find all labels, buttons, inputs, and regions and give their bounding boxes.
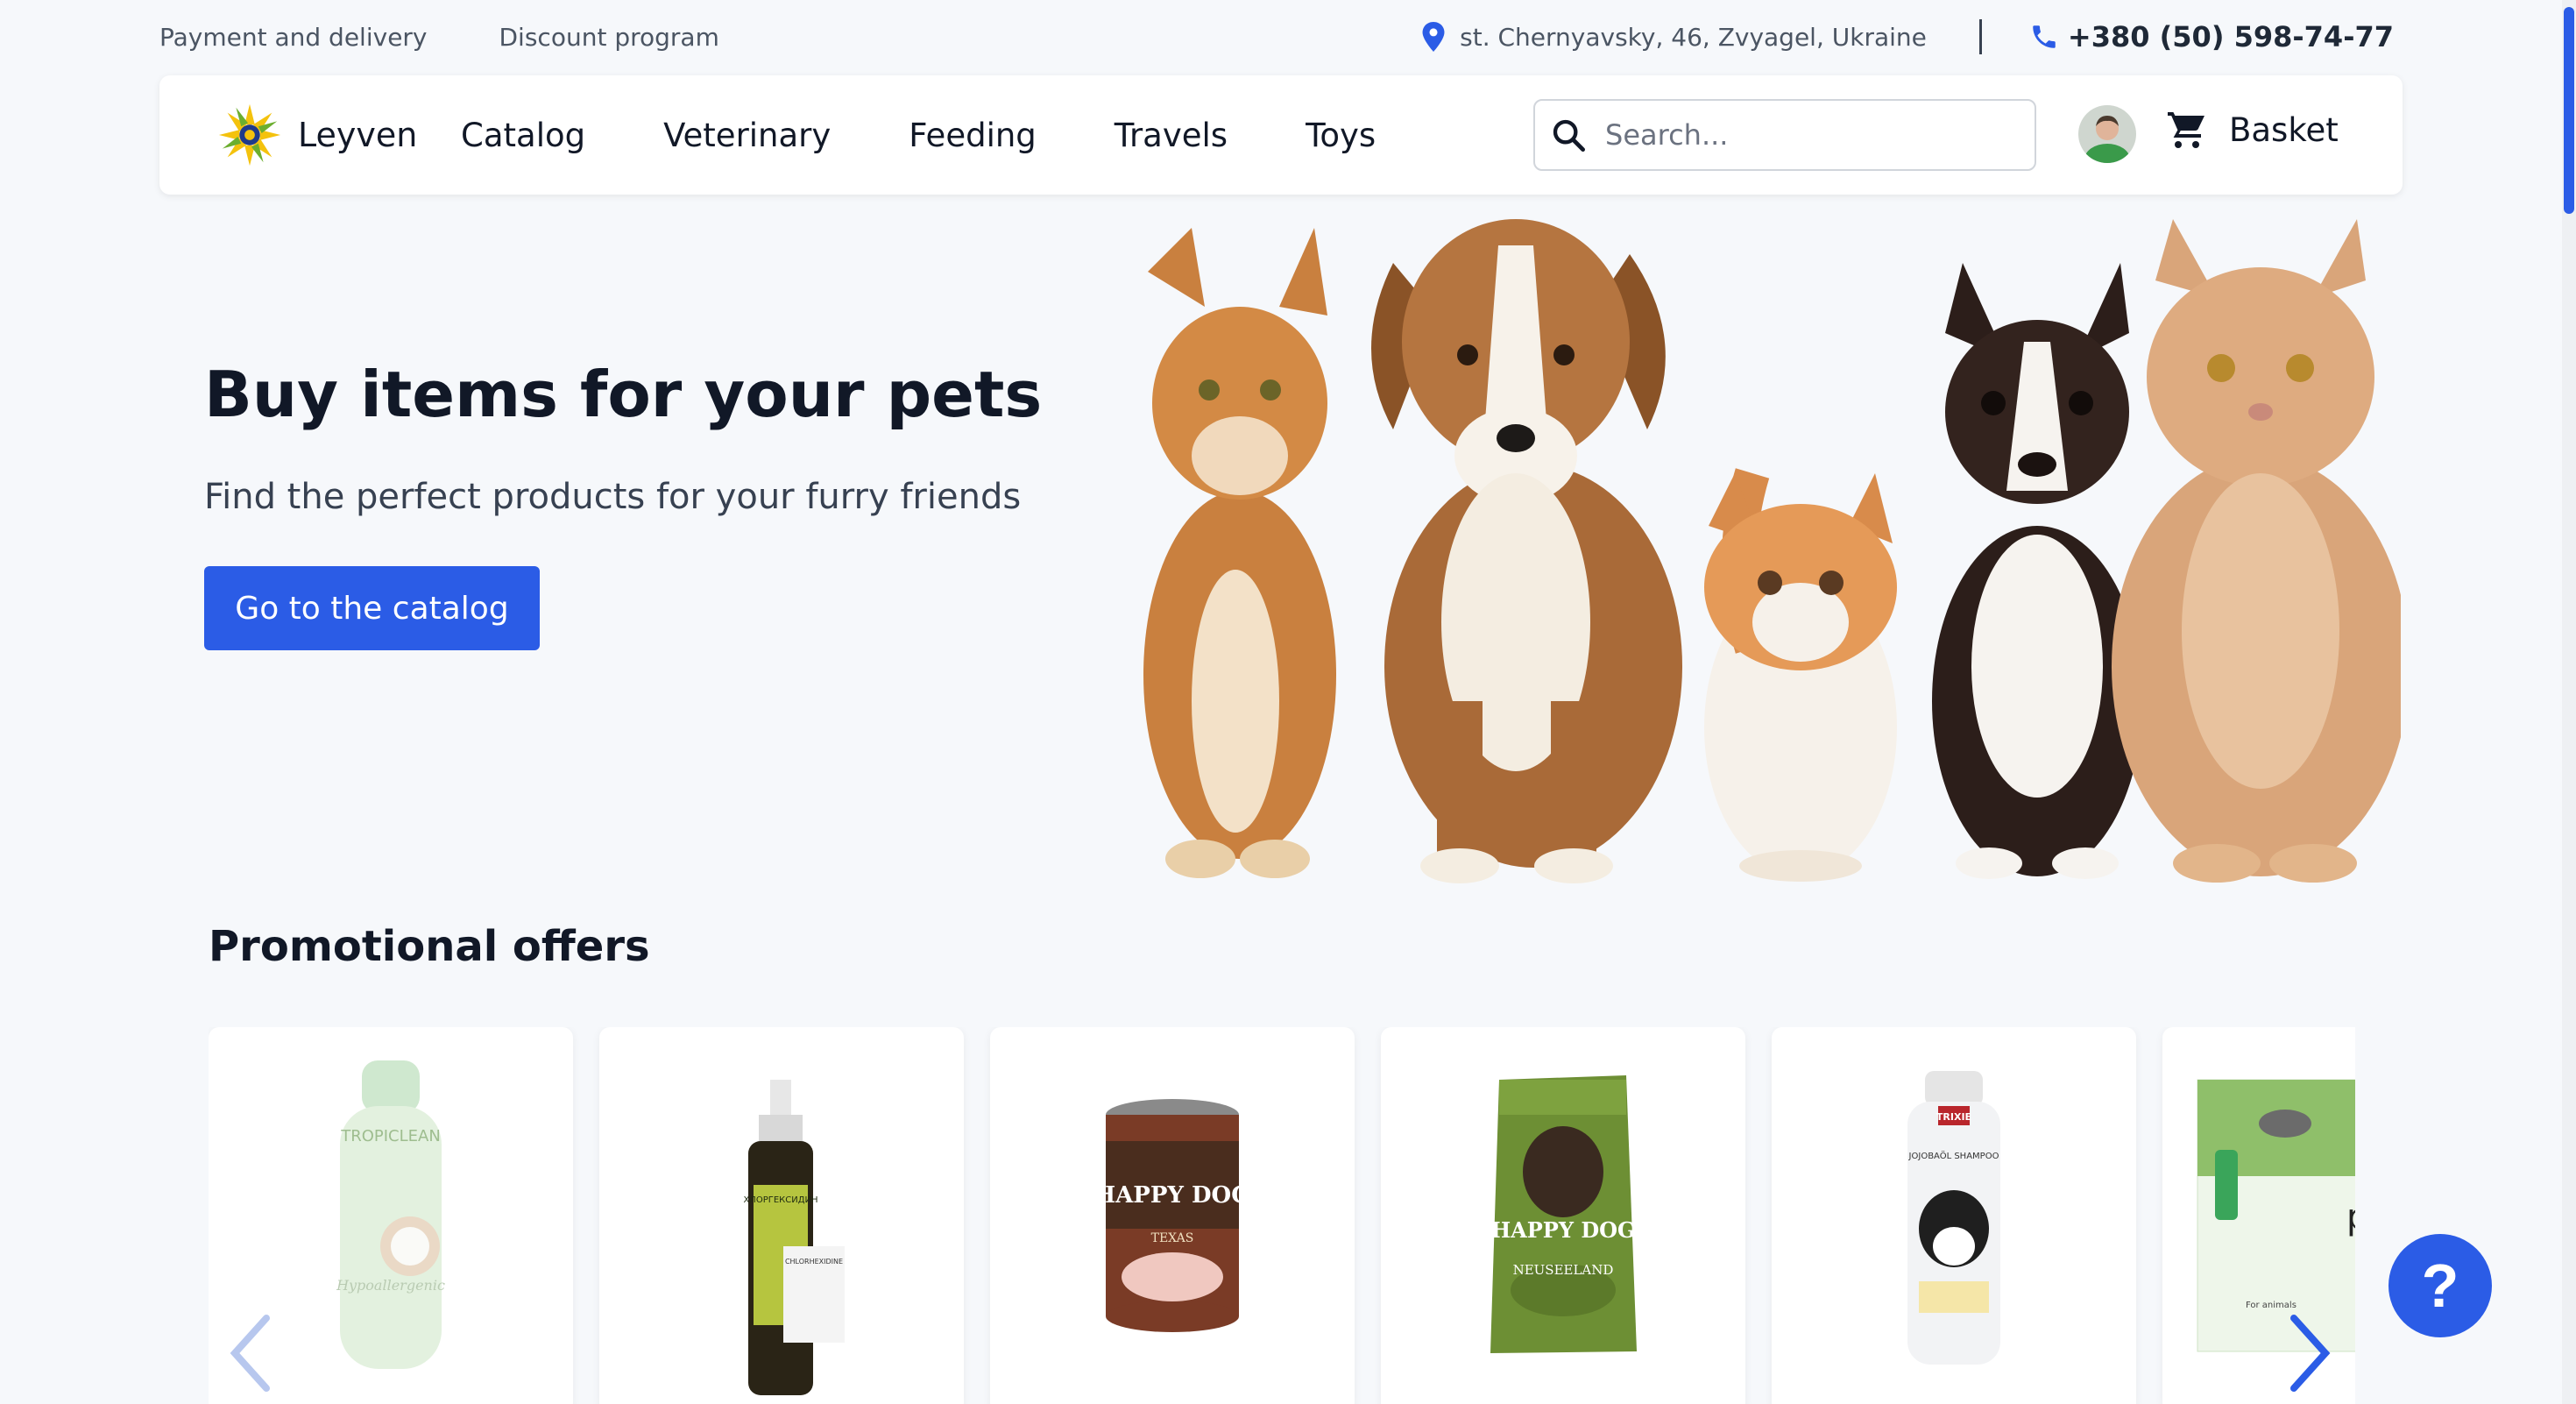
cart-icon xyxy=(2168,112,2204,148)
main-menu: Catalog Veterinary Feeding Travels Toys xyxy=(461,117,1454,154)
product-brand: HAPPY DOG xyxy=(1490,1217,1635,1243)
basket-label: Basket xyxy=(2229,110,2339,149)
brand-logo[interactable]: Leyven xyxy=(216,101,461,169)
brand-name: Leyven xyxy=(298,116,418,154)
carousel-prev-arrow-icon[interactable] xyxy=(224,1311,273,1395)
product-line: For animals xyxy=(2246,1301,2296,1310)
product-line: JOJOBAÖL SHAMPOO xyxy=(1908,1150,1999,1161)
dog-food-bag-image: HAPPY DOG NEUSEELAND xyxy=(1490,1075,1637,1353)
discount-program-link[interactable]: Discount program xyxy=(499,23,719,52)
spray-bottle-image: ХЛОРГЕКСИДИН CHLORHEXIDINE xyxy=(743,1080,845,1395)
menu-item-travels[interactable]: Travels xyxy=(1115,117,1228,154)
location-pin-icon xyxy=(1422,22,1445,52)
go-to-catalog-button[interactable]: Go to the catalog xyxy=(204,566,540,650)
store-address: st. Chernyavsky, 46, Zvyagel, Ukraine xyxy=(1460,22,1927,52)
product-card-2[interactable]: ХЛОРГЕКСИДИН CHLORHEXIDINE xyxy=(599,1027,964,1404)
product-line: Hypoallergenic xyxy=(336,1277,445,1294)
phone-number[interactable]: +380 (50) 598-74-77 xyxy=(2068,20,2394,53)
help-button[interactable]: ? xyxy=(2388,1234,2492,1337)
search-input[interactable] xyxy=(1605,118,2008,152)
product-brand: HAPPY DOG xyxy=(1094,1182,1251,1209)
british-cat xyxy=(2112,219,2401,883)
menu-item-catalog[interactable]: Catalog xyxy=(461,117,585,154)
trixie-shampoo-image: TRIXIE JOJOBAÖL SHAMPOO xyxy=(1907,1071,2000,1365)
product-card-4[interactable]: HAPPY DOG NEUSEELAND xyxy=(1381,1027,1745,1404)
product-line: NEUSEELAND xyxy=(1513,1262,1614,1278)
product-brand: TRIXIE xyxy=(1936,1111,1971,1123)
menu-item-feeding[interactable]: Feeding xyxy=(909,117,1037,154)
product-brand: pro xyxy=(2346,1197,2355,1237)
flower-logo-icon xyxy=(218,103,281,167)
menu-item-toys[interactable]: Toys xyxy=(1306,117,1376,154)
product-brand: ХЛОРГЕКСИДИН xyxy=(743,1195,817,1205)
brown-dog xyxy=(1371,219,1682,883)
hero-subtitle: Find the perfect products for your furry… xyxy=(204,477,1022,517)
user-avatar[interactable] xyxy=(2078,105,2136,163)
product-brand: TROPICLEAN xyxy=(340,1127,441,1145)
main-navbar: Leyven Catalog Veterinary Feeding Travel… xyxy=(159,75,2403,195)
promo-section-title: Promotional offers xyxy=(209,922,650,971)
product-line: TEXAS xyxy=(1151,1231,1194,1245)
divider xyxy=(1978,19,1982,54)
basket-button[interactable]: Basket xyxy=(2166,109,2339,151)
phone-icon xyxy=(2033,25,2056,48)
dog-food-can-image: HAPPY DOG TEXAS xyxy=(1094,1099,1251,1332)
pets-hero-image xyxy=(1143,219,2401,883)
search-icon xyxy=(1553,119,1585,152)
ginger-cat xyxy=(1143,228,1336,878)
carousel-next-arrow-icon[interactable] xyxy=(2287,1311,2336,1395)
product-line: CHLORHEXIDINE xyxy=(785,1258,843,1266)
product-card-5[interactable]: TRIXIE JOJOBAÖL SHAMPOO xyxy=(1772,1027,2136,1404)
hero-title: Buy items for your pets xyxy=(204,358,1043,431)
chihuahua xyxy=(1932,263,2142,879)
contact-info: st. Chernyavsky, 46, Zvyagel, Ukraine +3… xyxy=(1421,19,2394,54)
menu-item-veterinary[interactable]: Veterinary xyxy=(663,117,831,154)
payment-delivery-link[interactable]: Payment and delivery xyxy=(159,23,428,52)
search-box[interactable] xyxy=(1533,99,2036,171)
user-photo xyxy=(2078,105,2136,163)
top-info-bar: Payment and delivery Discount program st… xyxy=(159,0,2394,74)
white-ginger-kitten xyxy=(1704,468,1897,882)
scrollbar-thumb[interactable] xyxy=(2564,7,2574,214)
promo-carousel: TROPICLEAN Hypoallergenic ХЛОРГЕКСИДИН C… xyxy=(209,1027,2355,1404)
product-card-3[interactable]: HAPPY DOG TEXAS xyxy=(990,1027,1355,1404)
